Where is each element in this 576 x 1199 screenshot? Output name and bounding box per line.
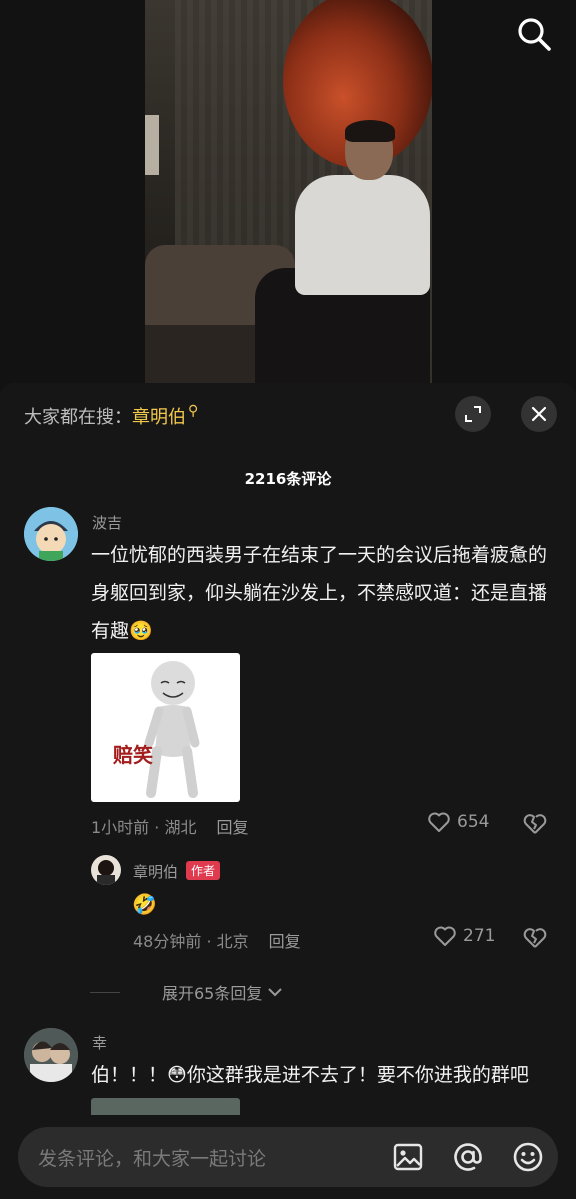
trending-keyword[interactable]: 章明伯 bbox=[132, 407, 186, 428]
sticker-image[interactable]: 赔笑 bbox=[91, 653, 240, 802]
comment-count: 2216条评论 bbox=[244, 470, 332, 488]
expand-button[interactable] bbox=[455, 396, 491, 432]
video-player[interactable] bbox=[0, 0, 576, 400]
avatar[interactable] bbox=[24, 507, 78, 561]
reply-username[interactable]: 章明伯 作者 bbox=[133, 861, 221, 882]
avatar[interactable] bbox=[91, 855, 121, 885]
avatar[interactable] bbox=[24, 1028, 78, 1082]
comment-text: 伯！！！😳你这群我是进不去了！要不你进我的群吧 bbox=[91, 1064, 529, 1086]
sticker-text: 赔笑 bbox=[113, 743, 153, 767]
heart-icon bbox=[428, 812, 450, 832]
chevron-down-icon bbox=[268, 988, 283, 997]
comment-meta: 1小时前 · 湖北 回复 bbox=[91, 818, 249, 837]
expand-icon bbox=[465, 406, 481, 422]
reply-meta: 48分钟前 · 北京 回复 bbox=[133, 932, 301, 951]
reply-text: 🤣 bbox=[132, 892, 157, 916]
trending-label: 大家都在搜： bbox=[24, 407, 132, 428]
comment-input-bar: 发条评论，和大家一起讨论 bbox=[0, 1115, 576, 1199]
like-button[interactable]: 271 bbox=[433, 925, 495, 947]
broken-heart-icon[interactable] bbox=[522, 926, 548, 950]
author-badge: 作者 bbox=[186, 861, 221, 880]
heart-icon bbox=[434, 926, 456, 946]
like-count: 271 bbox=[463, 926, 496, 946]
video-frame bbox=[145, 0, 432, 384]
broken-heart-icon[interactable] bbox=[522, 812, 548, 836]
reply-button[interactable]: 回复 bbox=[216, 818, 248, 837]
comment-input[interactable]: 发条评论，和大家一起讨论 bbox=[18, 1127, 558, 1187]
comment-sheet: 大家都在搜：章明伯 ⚲ 2216条评论 波吉 一位忧郁的西装男子在结束了一天的会议… bbox=[0, 383, 576, 1199]
comment-username[interactable]: 幸 bbox=[92, 1032, 107, 1053]
search-icon[interactable] bbox=[516, 16, 552, 52]
trending-search[interactable]: 大家都在搜：章明伯 ⚲ bbox=[24, 403, 198, 429]
emoji: 🥹 bbox=[129, 620, 153, 642]
small-search-icon: ⚲ bbox=[188, 403, 199, 419]
close-button[interactable] bbox=[521, 396, 557, 432]
close-icon bbox=[531, 406, 547, 422]
emoji: 😳 bbox=[167, 1064, 187, 1086]
comment-input-placeholder: 发条评论，和大家一起讨论 bbox=[38, 1148, 267, 1170]
reply-button[interactable]: 回复 bbox=[269, 932, 301, 951]
at-icon[interactable] bbox=[452, 1141, 484, 1173]
like-count: 654 bbox=[457, 812, 490, 832]
like-button[interactable]: 654 bbox=[427, 811, 489, 833]
person bbox=[295, 175, 430, 295]
emoji-icon[interactable] bbox=[512, 1141, 544, 1173]
image-icon[interactable] bbox=[392, 1141, 424, 1173]
expand-replies-button[interactable]: 展开65条回复 bbox=[90, 980, 284, 1004]
comment-username[interactable]: 波吉 bbox=[92, 512, 122, 533]
comment-text: 一位忧郁的西装男子在结束了一天的会议后拖着疲惫的 身躯回到家，仰头躺在沙发上，不… bbox=[91, 544, 548, 642]
